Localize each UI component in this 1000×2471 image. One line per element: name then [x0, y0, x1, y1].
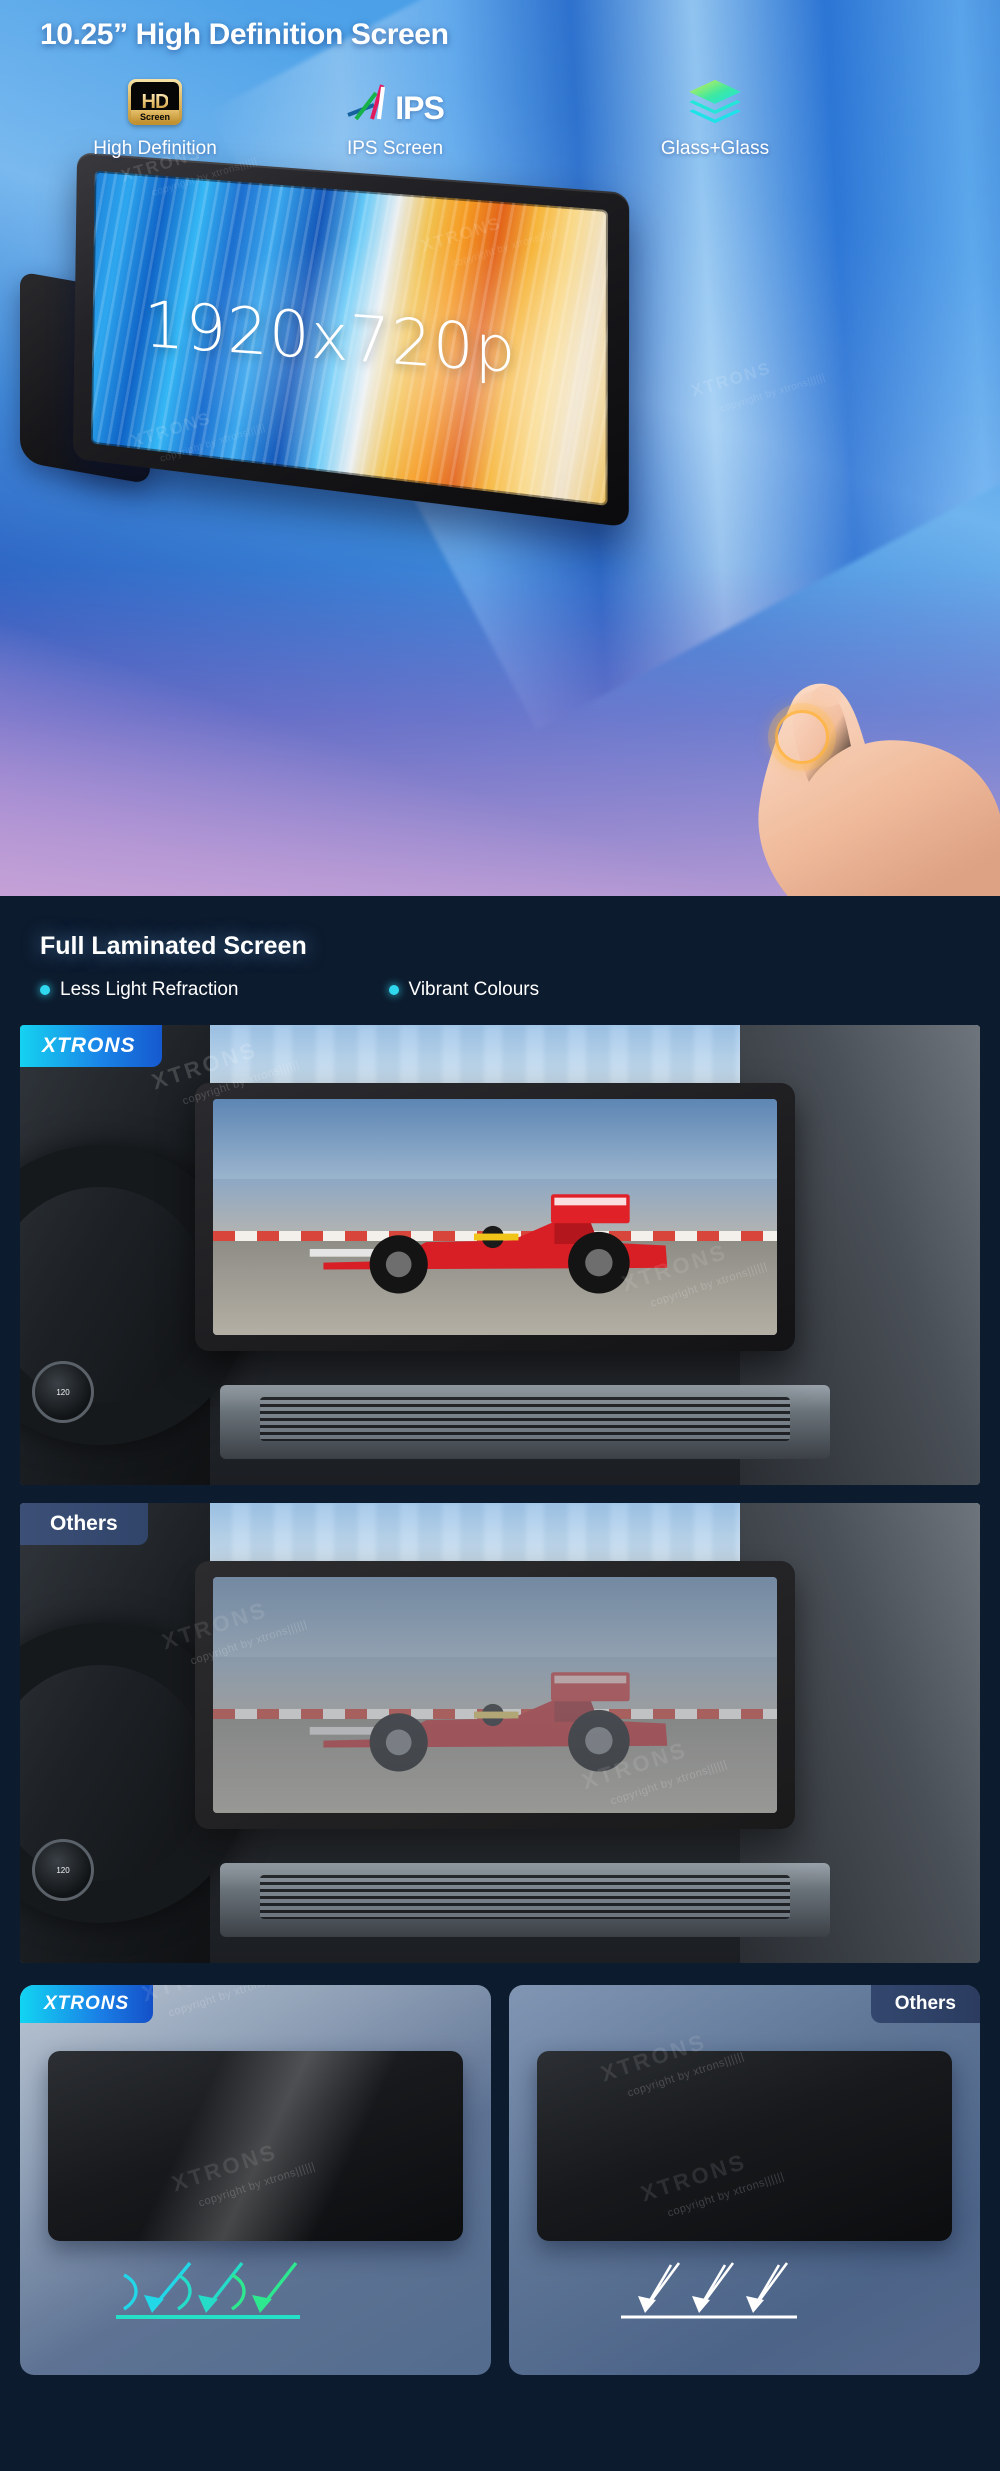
feature-glass-glass: Glass+Glass	[590, 76, 840, 160]
screen-display-area	[213, 1099, 777, 1335]
watermark-copyright: copyright by xtrons||||||	[167, 1985, 287, 2020]
watermark-xtrons: XTRONS	[139, 1985, 251, 2007]
ips-logo-text: IPS	[395, 89, 445, 126]
bullet-less-light-refraction: Less Light Refraction	[40, 979, 239, 1001]
hero-section: 10.25” High Definition Screen HD Screen …	[0, 0, 1000, 896]
head-unit-device: 1920x720p	[20, 152, 640, 528]
product-page: 10.25” High Definition Screen HD Screen …	[0, 0, 1000, 2401]
hero-title: 10.25” High Definition Screen	[40, 18, 449, 51]
comparison-card-xtrons: XTRONS XTRONS	[20, 1985, 491, 2375]
comparison-card-row: XTRONS XTRONS	[20, 1985, 980, 2401]
ips-logo-icon: IPS	[346, 76, 445, 128]
light-refraction-diagram-good	[116, 2261, 300, 2319]
comparison-photo-xtrons: 120 XTRONS	[20, 1025, 980, 1485]
laminated-title: Full Laminated Screen	[40, 932, 307, 960]
hd-badge-sub-text: Screen	[139, 111, 171, 122]
light-refraction-diagram-bad	[621, 2262, 797, 2319]
screen-panel-laminated	[48, 2051, 463, 2241]
hand-pointing-illustration	[758, 683, 1000, 896]
touch-ripple-indicator	[775, 710, 829, 764]
speed-gauge: 120	[32, 1361, 94, 1423]
feature-label-glass-glass: Glass+Glass	[660, 138, 770, 159]
watermark-xtrons: XTRONS	[688, 358, 774, 401]
hd-badge-icon: HD Screen	[128, 76, 182, 128]
bullet-vibrant-colours: Vibrant Colours	[388, 979, 540, 1001]
air-vents	[220, 1385, 830, 1459]
installed-screen-unit	[195, 1083, 795, 1351]
f1-car-image	[310, 1194, 668, 1294]
installed-screen-unit	[195, 1561, 795, 1829]
feature-ips-screen: IPS IPS Screen	[270, 76, 520, 160]
badge-others: Others	[20, 1503, 148, 1545]
air-vents	[220, 1863, 830, 1937]
laminated-bullet-list: Less Light Refraction Vibrant Colours	[40, 979, 1000, 1001]
hd-badge-main-text: HD	[141, 91, 170, 113]
comparison-photo-others: 120 Others	[20, 1503, 980, 1963]
speed-gauge: 120	[32, 1839, 94, 1901]
card-badge-xtrons: XTRONS	[20, 1985, 154, 2023]
watermark-copyright: copyright by xtrons||||||	[718, 372, 827, 415]
screen-panel-nonlaminated	[537, 2051, 952, 2241]
badge-xtrons: XTRONS	[20, 1025, 162, 1067]
ips-rays-icon	[347, 84, 386, 121]
f1-car-image	[310, 1672, 668, 1772]
bullet-label: Vibrant Colours	[408, 979, 540, 1000]
card-badge-others: Others	[870, 1985, 980, 2023]
comparison-card-others: Others XTRONS	[509, 1985, 980, 2375]
feature-label-ips-screen: IPS Screen	[346, 138, 444, 159]
stacked-layers-icon	[689, 79, 741, 124]
feature-icon-row: HD Screen High Definition IPS IPS Screen…	[0, 76, 1000, 160]
screen-display-area	[213, 1577, 777, 1813]
feature-label-high-definition: High Definition	[93, 138, 217, 159]
feature-high-definition: HD Screen High Definition	[40, 76, 270, 160]
bullet-label: Less Light Refraction	[60, 979, 239, 1000]
bullet-dot-icon	[40, 985, 50, 995]
bullet-dot-icon	[388, 985, 399, 995]
glass-layers-icon	[687, 76, 743, 128]
laminated-section: Full Laminated Screen Less Light Refract…	[0, 896, 1000, 2401]
